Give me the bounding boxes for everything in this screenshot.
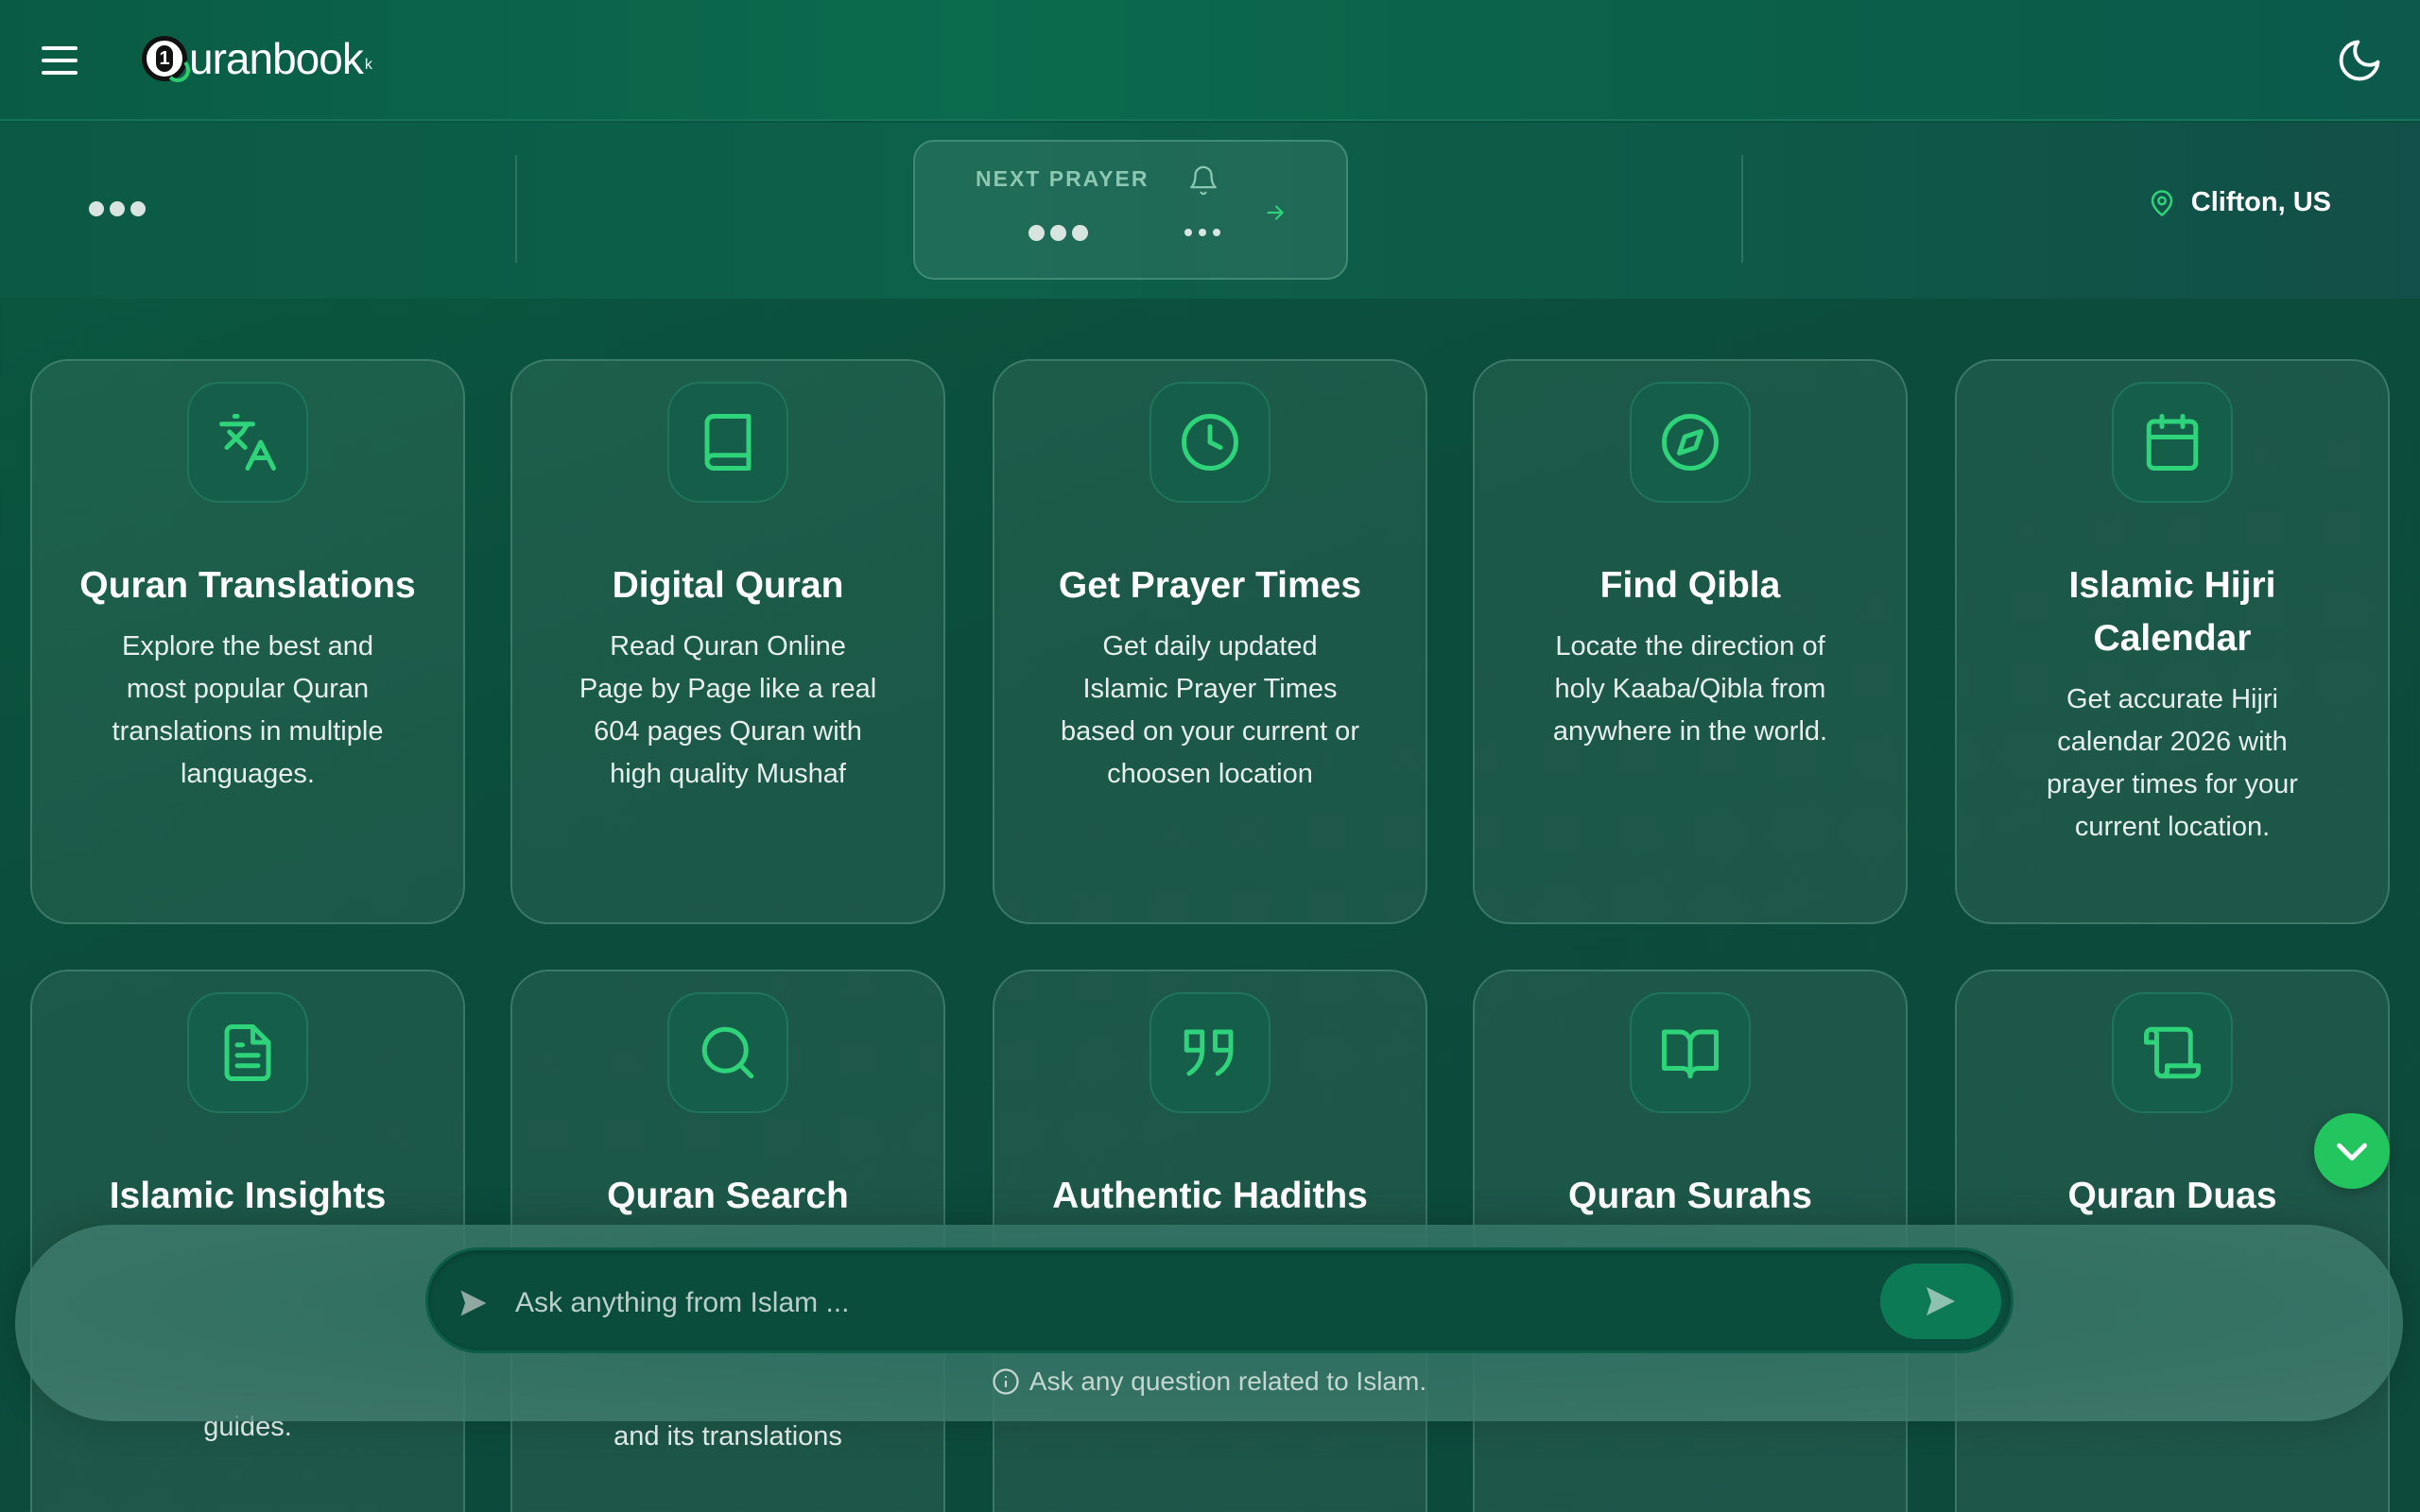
next-prayer-card[interactable]: NEXT PRAYER bbox=[913, 140, 1348, 280]
card-icon-box bbox=[187, 992, 308, 1113]
book-icon bbox=[704, 414, 752, 471]
logo-mark-number: 1 bbox=[156, 45, 173, 72]
theme-toggle-button[interactable] bbox=[2335, 36, 2384, 85]
bell-icon[interactable] bbox=[1187, 164, 1219, 197]
search-icon bbox=[701, 1026, 754, 1079]
card-prayer-times[interactable]: Get Prayer Times Get daily updated Islam… bbox=[993, 359, 1427, 924]
logo-mark-icon: 1 bbox=[142, 36, 190, 82]
logo[interactable]: 1 uranbook k bbox=[142, 28, 372, 89]
hamburger-menu-button[interactable] bbox=[42, 38, 87, 83]
document-icon bbox=[224, 1024, 271, 1081]
card-icon-box bbox=[2112, 382, 2233, 503]
logo-text: uranbook bbox=[189, 34, 364, 83]
card-title: Get Prayer Times bbox=[1058, 565, 1362, 606]
ask-panel: Ask any question related to Islam. bbox=[15, 1225, 2403, 1421]
card-find-qibla[interactable]: Find Qibla Locate the direction of holy … bbox=[1473, 359, 1908, 924]
card-icon-box bbox=[667, 992, 788, 1113]
card-title: Quran Duas bbox=[2067, 1176, 2277, 1216]
quote-icon bbox=[1184, 1029, 1234, 1076]
card-title: Islamic Insights bbox=[109, 1176, 387, 1216]
card-description-fragment: and its translations bbox=[614, 1421, 842, 1452]
send-button[interactable] bbox=[1880, 1263, 2001, 1339]
card-title: Find Qibla bbox=[1599, 565, 1781, 606]
ask-hint-text: Ask any question related to Islam. bbox=[1028, 1366, 1427, 1396]
divider bbox=[515, 155, 517, 263]
compass-icon bbox=[1662, 414, 1719, 471]
hamburger-icon-bar bbox=[42, 71, 78, 75]
card-icon-box bbox=[1630, 992, 1751, 1113]
logo-sup: k bbox=[364, 57, 372, 73]
card-title: Digital Quran bbox=[612, 565, 844, 606]
scroll-icon bbox=[2144, 1026, 2201, 1079]
card-title: Quran Translations bbox=[79, 565, 416, 606]
hamburger-icon-bar bbox=[42, 46, 78, 50]
calendar-icon bbox=[2146, 414, 2199, 471]
chevron-down-icon bbox=[2337, 1143, 2367, 1161]
hamburger-icon-bar bbox=[42, 59, 78, 62]
ask-input-container bbox=[425, 1247, 2014, 1353]
moon-icon bbox=[2339, 40, 2380, 81]
divider bbox=[1741, 155, 1743, 263]
map-pin-icon bbox=[2151, 189, 2173, 216]
card-title: Quran Surahs bbox=[1568, 1176, 1812, 1216]
ask-hint: Ask any question related to Islam. bbox=[15, 1366, 2403, 1397]
prayer-name-loading bbox=[1028, 225, 1088, 241]
arrow-right-icon bbox=[1267, 205, 1284, 220]
card-hijri-calendar[interactable]: Islamic Hijri Calendar Get accurate Hijr… bbox=[1955, 359, 2390, 924]
location-selector[interactable]: Clifton, US bbox=[2148, 187, 2331, 218]
card-icon-box bbox=[1150, 992, 1270, 1113]
card-icon-box bbox=[667, 382, 788, 503]
card-description: Get daily updated Islamic Prayer Times b… bbox=[1061, 631, 1359, 789]
card-icon-box bbox=[2112, 992, 2233, 1113]
next-prayer-label: NEXT PRAYER bbox=[976, 166, 1150, 191]
card-description: Read Quran Online Page by Page like a re… bbox=[579, 631, 877, 789]
card-title: Islamic Hijri Calendar bbox=[2068, 565, 2276, 659]
scroll-down-button[interactable] bbox=[2314, 1113, 2390, 1189]
card-description: Get accurate Hijri calendar 2026 with pr… bbox=[2047, 684, 2298, 842]
loading-dots bbox=[89, 201, 146, 216]
prayer-bar: NEXT PRAYER Clifton, US bbox=[0, 123, 2420, 299]
info-icon bbox=[993, 1368, 1019, 1395]
card-icon-box bbox=[187, 382, 308, 503]
card-digital-quran[interactable]: Digital Quran Read Quran Online Page by … bbox=[510, 359, 945, 924]
open-book-icon bbox=[1662, 1029, 1719, 1079]
send-icon bbox=[1927, 1287, 1955, 1315]
card-description: Locate the direction of holy Kaaba/Qibla… bbox=[1552, 631, 1828, 747]
translate-icon bbox=[219, 414, 276, 471]
card-icon-box bbox=[1150, 382, 1270, 503]
send-hint-icon bbox=[460, 1290, 487, 1316]
card-title: Authentic Hadiths bbox=[1052, 1176, 1368, 1216]
clock-icon bbox=[1182, 414, 1238, 471]
card-quran-translations[interactable]: Quran Translations Explore the best and … bbox=[30, 359, 465, 924]
prayer-time-loading bbox=[1184, 229, 1220, 236]
card-icon-box bbox=[1630, 382, 1751, 503]
card-description: Explore the best and most popular Quran … bbox=[112, 631, 384, 789]
top-bar: 1 uranbook k bbox=[0, 0, 2420, 121]
ask-input[interactable] bbox=[515, 1277, 1744, 1330]
location-text: Clifton, US bbox=[2190, 187, 2331, 217]
card-title: Quran Search bbox=[607, 1176, 849, 1216]
